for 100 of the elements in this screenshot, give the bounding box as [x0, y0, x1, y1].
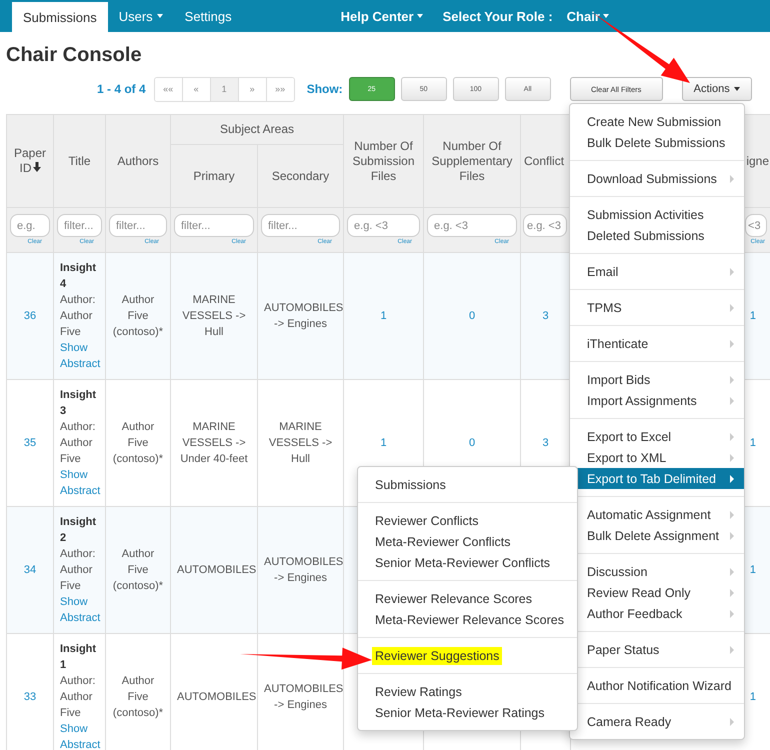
menu-item[interactable]: Bulk Delete Assignment: [570, 525, 744, 546]
filter-field[interactable]: filter...: [109, 214, 167, 237]
submenu-arrow-icon: [730, 568, 734, 576]
count-link[interactable]: 1: [750, 437, 756, 449]
menu-item[interactable]: Email: [570, 261, 744, 282]
submenu-arrow-icon: [730, 646, 734, 654]
menu-item[interactable]: Submission Activities: [570, 204, 744, 225]
paper-title: Insight 1: [60, 642, 98, 673]
submenu-item[interactable]: Senior Meta-Reviewer Conflicts: [375, 554, 550, 572]
author-line: Author: Author Five: [60, 420, 96, 467]
table-cell: MARINE VESSELS -> Hull: [268, 421, 332, 465]
nav-tab[interactable]: Settings: [174, 0, 243, 32]
count-link[interactable]: 1: [750, 691, 756, 703]
submenu-arrow-icon: [730, 304, 734, 312]
count-link[interactable]: 1: [380, 310, 387, 322]
count-link[interactable]: 3: [542, 310, 549, 322]
column-header[interactable]: Secondary: [258, 144, 344, 208]
count-link[interactable]: 1: [750, 564, 756, 576]
nav-tab[interactable]: Users: [108, 0, 174, 32]
submenu-arrow-icon: [730, 454, 734, 462]
paper-title: Insight 3: [60, 388, 98, 419]
menu-item[interactable]: Automatic Assignment: [570, 504, 744, 525]
submenu-arrow-icon: [730, 610, 734, 618]
submenu-arrow-icon: [730, 340, 734, 348]
page-button[interactable]: »»: [266, 78, 294, 100]
paper-id[interactable]: 36: [24, 310, 36, 322]
show-abstract-link[interactable]: Show Abstract: [60, 594, 99, 626]
filter-field[interactable]: e.g. <3: [347, 214, 420, 237]
table-cell: AUTOMOBILES -> Engines: [264, 302, 344, 330]
menu-item[interactable]: Create New Submission: [570, 111, 744, 132]
menu-item[interactable]: Import Assignments: [570, 390, 744, 411]
table-cell: Author Five (contoso)*: [112, 675, 164, 719]
submenu-arrow-icon: [730, 432, 734, 440]
submenu-item[interactable]: Senior Meta-Reviewer Ratings: [375, 704, 545, 722]
sort-arrow-icon: [32, 162, 40, 172]
filter-field[interactable]: <3: [745, 214, 768, 237]
menu-item[interactable]: Paper Status: [570, 639, 744, 660]
column-header[interactable]: igne: [746, 154, 770, 168]
menu-item[interactable]: Author Feedback: [570, 603, 744, 624]
filter-field[interactable]: filter...: [57, 214, 102, 237]
count-link[interactable]: 3: [542, 437, 549, 449]
submenu-arrow-icon: [730, 376, 734, 384]
column-header[interactable]: Authors: [106, 114, 170, 208]
menu-item[interactable]: Review Read Only: [570, 582, 744, 603]
show-abstract-link[interactable]: Show Abstract: [60, 340, 99, 372]
help-center-menu[interactable]: Help Center: [330, 0, 433, 32]
count-link[interactable]: 1: [380, 437, 387, 449]
menu-item[interactable]: Discussion: [570, 561, 744, 582]
count-link[interactable]: 0: [468, 310, 476, 322]
submenu-item[interactable]: Reviewer Conflicts: [375, 512, 479, 530]
table-cell: AUTOMOBILES -> Engines: [264, 683, 344, 711]
menu-item[interactable]: Download Submissions: [570, 168, 744, 189]
column-header[interactable]: Paper ID: [6, 114, 54, 208]
submenu-arrow-icon: [730, 532, 734, 540]
submenu-arrow-icon: [730, 718, 734, 726]
submenu-item[interactable]: Submissions: [375, 476, 446, 494]
menu-item[interactable]: Camera Ready: [570, 711, 744, 732]
menu-item[interactable]: Export to Excel: [570, 426, 744, 447]
submenu-arrow-icon: [730, 474, 734, 482]
column-header[interactable]: Number Of Submission Files: [344, 114, 424, 208]
show-abstract-link[interactable]: Show Abstract: [60, 721, 99, 750]
submenu-item[interactable]: Reviewer Relevance Scores: [375, 590, 532, 608]
table-cell: AUTOMOBILES: [177, 691, 256, 703]
count-link[interactable]: 0: [468, 437, 476, 449]
column-header[interactable]: Number Of Supplementary Files: [424, 114, 521, 208]
table-cell: MARINE VESSELS -> Under 40-feet: [180, 421, 248, 465]
nav-tab[interactable]: Submissions: [12, 2, 108, 32]
menu-item[interactable]: Export to XML: [570, 447, 744, 468]
menu-item[interactable]: TPMS: [570, 297, 744, 318]
menu-item[interactable]: Bulk Delete Submissions: [570, 132, 744, 153]
result-range: 1 - 4 of 4: [97, 82, 146, 96]
filter-field[interactable]: e.g. <3: [523, 214, 568, 237]
filter-field[interactable]: e.g. <3: [427, 214, 518, 237]
filter-field[interactable]: e.g.: [10, 214, 50, 237]
submenu-item[interactable]: Reviewer Suggestions: [372, 646, 502, 664]
submenu-arrow-icon: [730, 396, 734, 404]
submenu-item[interactable]: Review Ratings: [375, 682, 462, 700]
caret-icon: [416, 14, 423, 18]
actions-button[interactable]: Actions: [682, 77, 752, 101]
paper-id[interactable]: 35: [24, 437, 36, 449]
paper-id[interactable]: 33: [24, 691, 36, 703]
filter-field[interactable]: filter...: [261, 214, 340, 237]
menu-item[interactable]: Import Bids: [570, 369, 744, 390]
submenu-arrow-icon: [730, 588, 734, 596]
column-header[interactable]: Conflict: [524, 154, 564, 168]
submenu-item[interactable]: Meta-Reviewer Conflicts: [375, 532, 510, 550]
menu-item[interactable]: Deleted Submissions: [570, 225, 744, 246]
menu-item[interactable]: iThenticate: [570, 333, 744, 354]
caret-icon: [156, 14, 163, 18]
show-abstract-link[interactable]: Show Abstract: [60, 467, 99, 499]
table-cell: MARINE VESSELS -> Hull: [182, 294, 246, 338]
column-header[interactable]: Title: [54, 114, 106, 208]
submenu-arrow-icon: [730, 510, 734, 518]
submenu-item[interactable]: Meta-Reviewer Relevance Scores: [375, 610, 564, 628]
table-cell: Author Five (contoso)*: [112, 548, 164, 592]
count-link[interactable]: 1: [750, 310, 756, 322]
paper-id[interactable]: 34: [24, 564, 36, 576]
filter-field[interactable]: filter...: [174, 214, 254, 237]
paper-title: Insight 2: [60, 515, 98, 546]
column-header[interactable]: Primary: [170, 144, 258, 208]
